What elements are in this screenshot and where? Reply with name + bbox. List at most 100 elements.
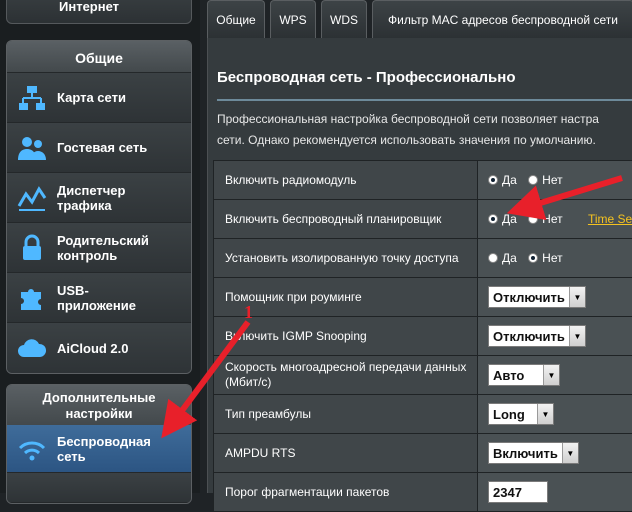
setting-label: Тип преамбулы bbox=[214, 395, 478, 434]
sidebar: Интернет Общие Карта сети Гостевая сеть bbox=[0, 0, 200, 493]
main-panel: Беспроводная сеть - Профессионально Проф… bbox=[207, 38, 632, 493]
radio-label: Да bbox=[502, 251, 517, 265]
advanced-menu-header: Дополнительные настройки bbox=[7, 385, 191, 425]
setting-row-multicast-rate: Скорость многоадресной передачи данных (… bbox=[214, 356, 632, 395]
setting-row-ampdu-rts: AMPDU RTS Включить▼ bbox=[214, 434, 632, 473]
ampdu-rts-select[interactable]: Включить▼ bbox=[488, 442, 579, 464]
select-value: Авто bbox=[489, 368, 528, 383]
radio-button[interactable] bbox=[488, 175, 498, 185]
setting-value: Авто ▼ bbox=[478, 356, 632, 395]
setting-value: Да Нет bbox=[478, 161, 632, 200]
sidebar-item-usb-app[interactable]: USB- приложение bbox=[7, 273, 191, 323]
tab-general[interactable]: Общие bbox=[207, 0, 265, 38]
radio-no[interactable]: Нет bbox=[528, 251, 562, 265]
tab-wds[interactable]: WDS bbox=[321, 0, 367, 38]
settings-table: Включить радиомодуль Да Нет Включить бес… bbox=[213, 160, 632, 512]
setting-row-isolated-ap: Установить изолированную точку доступа Д… bbox=[214, 239, 632, 278]
sidebar-item-network-map[interactable]: Карта сети bbox=[7, 73, 191, 123]
radio-button[interactable] bbox=[488, 253, 498, 263]
radio-label: Да bbox=[502, 173, 517, 187]
setting-value: Да Нет Time Se bbox=[478, 200, 632, 239]
select-value: Отключить bbox=[489, 290, 569, 305]
sidebar-item-label: Родительский bbox=[57, 233, 149, 248]
radio-label: Нет bbox=[542, 173, 562, 187]
setting-row-scheduler: Включить беспроводный планировщик Да Нет… bbox=[214, 200, 632, 239]
sidebar-item-label: Карта сети bbox=[57, 90, 126, 105]
lock-icon bbox=[17, 234, 47, 262]
setting-value: Отключить▼ bbox=[478, 278, 632, 317]
radio-no[interactable]: Нет bbox=[528, 173, 562, 187]
radio-yes[interactable]: Да bbox=[488, 212, 517, 226]
multicast-rate-select[interactable]: Авто ▼ bbox=[488, 364, 560, 386]
radio-label: Да bbox=[502, 212, 517, 226]
description-line2: сети. Однако рекомендуется использовать … bbox=[217, 130, 632, 151]
sidebar-item-label: USB- bbox=[57, 283, 136, 298]
puzzle-icon bbox=[17, 284, 47, 312]
sidebar-item-guest-network[interactable]: Гостевая сеть bbox=[7, 123, 191, 173]
setting-value: Да Нет bbox=[478, 239, 632, 278]
radio-label: Нет bbox=[542, 212, 562, 226]
setting-value: Long ▼ bbox=[478, 395, 632, 434]
setting-value: Отключить▼ bbox=[478, 317, 632, 356]
setting-row-igmp: Включить IGMP Snooping Отключить▼ bbox=[214, 317, 632, 356]
advanced-header-line2: настройки bbox=[7, 406, 191, 422]
select-value: Включить bbox=[489, 446, 562, 461]
chevron-down-icon[interactable]: ▼ bbox=[543, 365, 559, 385]
setting-label: Включить IGMP Snooping bbox=[214, 317, 478, 356]
cloud-icon bbox=[17, 334, 47, 362]
setting-row-preamble: Тип преамбулы Long ▼ bbox=[214, 395, 632, 434]
radio-button[interactable] bbox=[528, 214, 538, 224]
sidebar-item-aicloud[interactable]: AiCloud 2.0 bbox=[7, 323, 191, 373]
sidebar-item-label-line2: приложение bbox=[57, 298, 136, 313]
time-settings-link[interactable]: Time Se bbox=[588, 212, 632, 226]
igmp-select[interactable]: Отключить▼ bbox=[488, 325, 586, 347]
advanced-menu: Дополнительные настройки Беспроводная се… bbox=[6, 384, 192, 504]
tab-bar: Общие WPS WDS Фильтр MAC адресов беспров… bbox=[207, 0, 632, 38]
setting-label: Включить беспроводный планировщик bbox=[214, 200, 478, 239]
setting-row-roaming: Помощник при роуминге Отключить▼ bbox=[214, 278, 632, 317]
chevron-down-icon[interactable]: ▼ bbox=[569, 326, 585, 346]
setting-row-fragmentation: Порог фрагментации пакетов 2347 bbox=[214, 473, 632, 512]
select-value: Long bbox=[489, 407, 529, 422]
sidebar-item-internet[interactable]: Интернет bbox=[6, 0, 192, 24]
setting-label: Скорость многоадресной передачи данных (… bbox=[214, 356, 478, 395]
radio-yes[interactable]: Да bbox=[488, 173, 517, 187]
radio-button[interactable] bbox=[488, 214, 498, 224]
radio-button[interactable] bbox=[528, 175, 538, 185]
tab-mac-filter[interactable]: Фильтр MAC адресов беспроводной сети bbox=[372, 0, 632, 38]
preamble-select[interactable]: Long ▼ bbox=[488, 403, 554, 425]
setting-row-radio: Включить радиомодуль Да Нет bbox=[214, 161, 632, 200]
sidebar-item-parental-control[interactable]: Родительский контроль bbox=[7, 223, 191, 273]
setting-label: Установить изолированную точку доступа bbox=[214, 239, 478, 278]
select-value: Отключить bbox=[489, 329, 569, 344]
page-title: Беспроводная сеть - Профессионально bbox=[217, 69, 516, 86]
sidebar-item-label: Интернет bbox=[59, 0, 119, 14]
setting-label: Помощник при роуминге bbox=[214, 278, 478, 317]
setting-label: Включить радиомодуль bbox=[214, 161, 478, 200]
chevron-down-icon[interactable]: ▼ bbox=[569, 287, 585, 307]
fragmentation-input[interactable]: 2347 bbox=[488, 481, 548, 503]
radio-no[interactable]: Нет bbox=[528, 212, 562, 226]
traffic-manager-icon bbox=[17, 184, 47, 212]
roaming-select[interactable]: Отключить▼ bbox=[488, 286, 586, 308]
radio-button[interactable] bbox=[528, 253, 538, 263]
sidebar-item-label: Гостевая сеть bbox=[57, 140, 147, 155]
general-menu: Общие Карта сети Гостевая сеть bbox=[6, 40, 192, 374]
radio-yes[interactable]: Да bbox=[488, 251, 517, 265]
input-value: 2347 bbox=[489, 485, 526, 500]
sidebar-item-label: AiCloud 2.0 bbox=[57, 341, 129, 356]
guest-network-icon bbox=[17, 134, 47, 162]
chevron-down-icon[interactable]: ▼ bbox=[562, 443, 578, 463]
tab-wps[interactable]: WPS bbox=[270, 0, 316, 38]
sidebar-item-label-line2: трафика bbox=[57, 198, 125, 213]
sidebar-item-wireless[interactable]: Беспроводная сеть bbox=[7, 425, 191, 473]
sidebar-item-label-line2: контроль bbox=[57, 248, 149, 263]
page-description: Профессиональная настройка беспроводной … bbox=[217, 109, 632, 151]
chevron-down-icon[interactable]: ▼ bbox=[537, 404, 553, 424]
sidebar-item-next[interactable] bbox=[7, 473, 191, 503]
sidebar-item-label: Беспроводная bbox=[57, 434, 151, 449]
setting-label: AMPDU RTS bbox=[214, 434, 478, 473]
setting-value: Включить▼ bbox=[478, 434, 632, 473]
sidebar-item-label-line2: сеть bbox=[57, 449, 151, 464]
sidebar-item-traffic-manager[interactable]: Диспетчер трафика bbox=[7, 173, 191, 223]
